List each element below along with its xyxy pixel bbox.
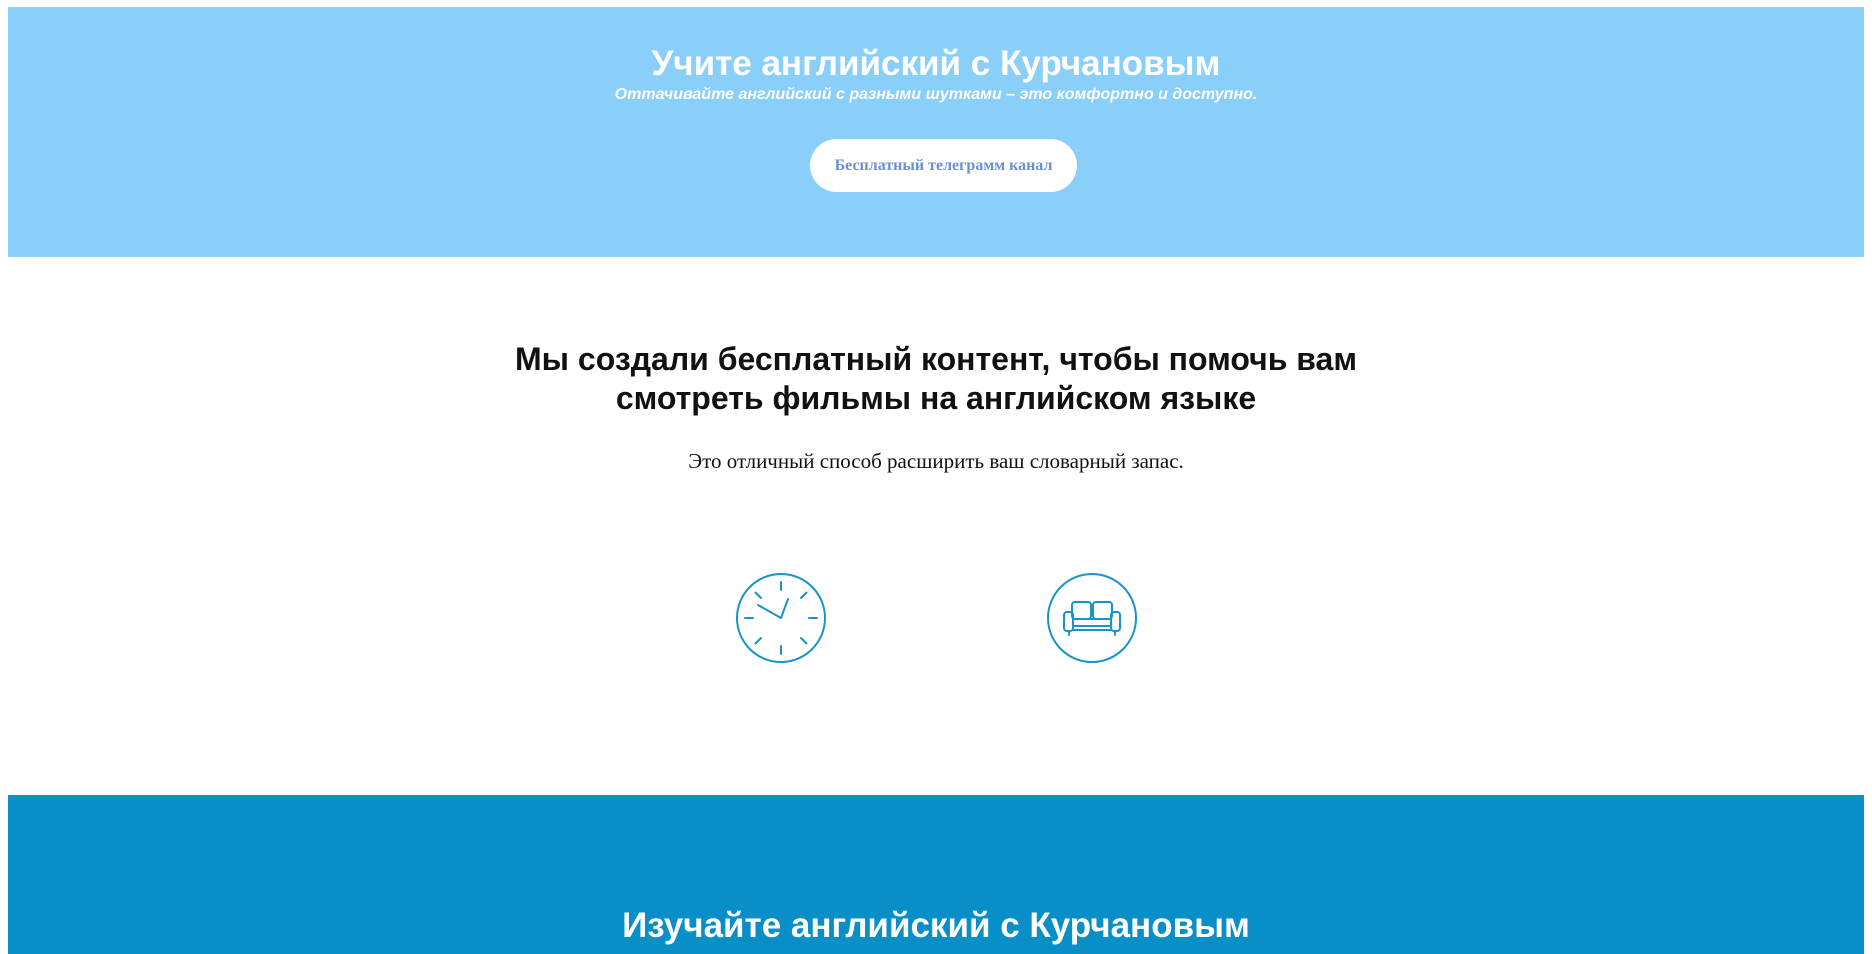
intro-heading-line-2: смотреть фильмы на английском языке	[615, 380, 1257, 416]
hero-banner: Учите английский с Курчановым Оттачивайт…	[8, 7, 1864, 257]
sofa-icon	[1046, 572, 1138, 664]
hero-title: Учите английский с Курчановым	[651, 44, 1221, 83]
clock-icon	[735, 572, 827, 664]
intro-text: Это отличный способ расширить ваш словар…	[688, 449, 1184, 473]
hero-subtitle: Оттачивайте английский с разными шутками…	[614, 86, 1258, 103]
footer-title: Изучайте английский с Курчановым	[622, 906, 1250, 945]
intro-heading: Мы создали бесплатный контент, чтобы пом…	[436, 340, 1436, 418]
telegram-channel-button[interactable]: Бесплатный телеграмм канал	[810, 139, 1077, 192]
intro-heading-line-1: Мы создали бесплатный контент, чтобы пом…	[515, 341, 1357, 377]
page: Учите английский с Курчановым Оттачивайт…	[0, 0, 1872, 954]
footer-banner: Изучайте английский с Курчановым	[8, 795, 1864, 954]
